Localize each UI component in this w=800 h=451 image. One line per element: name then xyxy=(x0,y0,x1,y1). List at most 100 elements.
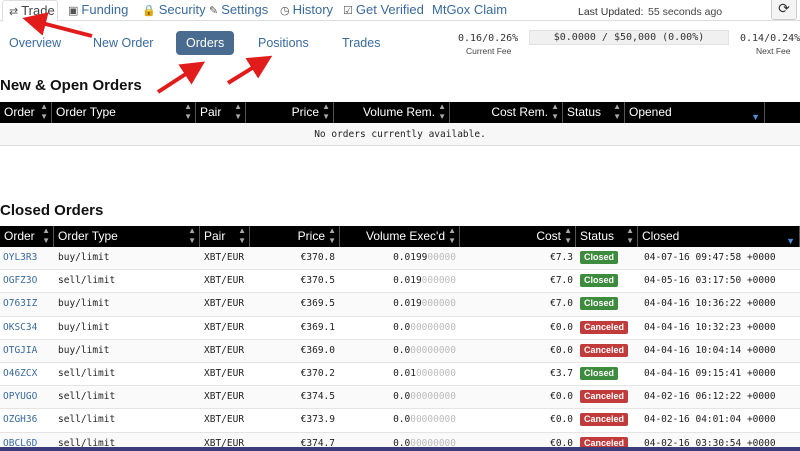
volume-value: 0.019 xyxy=(393,275,422,287)
cost: €7.0 xyxy=(550,298,573,310)
col-pair[interactable]: Pair ▲ ▼ xyxy=(196,102,246,123)
status-badge: Closed xyxy=(580,363,619,380)
volume-padding: 0000000 xyxy=(415,367,456,379)
sort-icon: ▲ ▼ xyxy=(564,226,572,245)
order-type: buy/limit xyxy=(58,252,110,263)
col-label: Status xyxy=(580,229,615,243)
order-type: buy/limit xyxy=(58,298,110,310)
price: €370.8 xyxy=(300,252,335,263)
closed-orders-header: Order ▲ ▼ Order Type ▲ ▼ Pair ▲ ▼ Price ▲ ▼ Volu… xyxy=(0,226,800,247)
price: €369.1 xyxy=(300,321,335,333)
volume-execd: 0.019900000 xyxy=(340,247,456,269)
col-status[interactable]: Status ▲ ▼ xyxy=(563,102,625,123)
tab-security[interactable]: 🔒 Security xyxy=(142,0,206,21)
cost: €0.0 xyxy=(550,321,573,333)
col-price[interactable]: Price ▲ ▼ xyxy=(246,102,334,123)
pair: XBT/EUR xyxy=(204,344,245,356)
tab-label: MtGox Claim xyxy=(432,2,508,17)
last-updated: Last Updated: 55 seconds ago xyxy=(578,6,722,18)
col-cost[interactable]: Cost ▲ ▼ xyxy=(460,226,576,247)
closed-time: 04-02-16 06:12:22 +0000 xyxy=(644,391,776,403)
status-badge: Canceled xyxy=(580,409,629,427)
volume-execd: 0.019000000 xyxy=(340,293,456,315)
subtab-positions[interactable]: Positions xyxy=(258,31,309,55)
closed-time: 04-05-16 03:17:50 +0000 xyxy=(644,275,776,287)
order-id-link[interactable]: OTGJIA xyxy=(3,340,37,362)
table-row[interactable]: O46ZCX sell/limit XBT/EUR €370.2 0.010000000… xyxy=(0,363,800,387)
closed-time: 04-04-16 10:36:22 +0000 xyxy=(644,298,776,310)
sort-icon: ▲ ▼ xyxy=(448,226,456,245)
col-order[interactable]: Order ▲ ▼ xyxy=(0,226,54,247)
table-row[interactable]: OPYUGO sell/limit XBT/EUR €374.5 0.000000000… xyxy=(0,386,800,410)
col-status[interactable]: Status ▲ ▼ xyxy=(576,226,638,247)
order-id-link[interactable]: OGFZ3O xyxy=(3,270,37,292)
subtab-new-order[interactable]: New Order xyxy=(93,31,153,55)
col-opened[interactable]: Opened ▼ xyxy=(625,102,765,123)
volume-value: 0.0199 xyxy=(393,252,428,263)
volume-execd: 0.000000000 xyxy=(340,409,456,431)
tab-label: Get Verified xyxy=(355,2,424,17)
sort-icon: ▲ ▼ xyxy=(42,226,50,245)
col-label: Closed xyxy=(642,229,680,243)
col-label: Order Type xyxy=(58,229,118,243)
order-id-link[interactable]: OKSC34 xyxy=(3,317,37,339)
status-badge-label: Closed xyxy=(580,297,619,311)
tab-funding[interactable]: ▣ Funding xyxy=(68,0,128,21)
order-id-link[interactable]: OZGH36 xyxy=(3,409,37,431)
table-row[interactable]: OKSC34 buy/limit XBT/EUR €369.1 0.000000000 €… xyxy=(0,317,800,340)
pair: XBT/EUR xyxy=(204,367,245,379)
col-cost-rem[interactable]: Cost Rem. ▲ ▼ xyxy=(450,102,563,123)
subtab-trades[interactable]: Trades xyxy=(342,31,380,55)
order-id-link[interactable]: O46ZCX xyxy=(3,363,37,385)
col-order[interactable]: Order ▲ ▼ xyxy=(0,102,52,123)
sort-icon: ▲ ▼ xyxy=(238,226,246,245)
col-label: Pair xyxy=(200,105,222,119)
col-label: Opened xyxy=(629,105,672,119)
col-label: Order xyxy=(4,105,35,119)
volume-padding: 000000 xyxy=(421,275,456,287)
price: €370.2 xyxy=(300,367,335,379)
col-label: Cost xyxy=(536,229,561,243)
refresh-button[interactable]: ⟳ xyxy=(771,0,797,20)
tab-get-verified[interactable]: ☑ Get Verified xyxy=(343,0,424,21)
order-id-link[interactable]: O763IZ xyxy=(3,293,37,315)
order-id-link[interactable]: OPYUGO xyxy=(3,386,37,408)
tab-label: History xyxy=(292,2,334,17)
table-row[interactable]: O763IZ buy/limit XBT/EUR €369.5 0.019000000 €… xyxy=(0,293,800,317)
col-order-type[interactable]: Order Type ▲ ▼ xyxy=(54,226,200,247)
status-badge: Closed xyxy=(580,293,619,311)
volume-value: 0.0 xyxy=(393,391,411,403)
volume-padding: 00000000 xyxy=(410,321,456,333)
subtab-overview[interactable]: Overview xyxy=(9,31,61,55)
sort-icon: ▲ ▼ xyxy=(328,226,336,245)
col-volume-rem[interactable]: Volume Rem. ▲ ▼ xyxy=(334,102,450,123)
col-closed[interactable]: Closed ▼ xyxy=(638,226,800,247)
pair: XBT/EUR xyxy=(204,391,245,403)
open-orders-title: New & Open Orders xyxy=(0,77,142,94)
closed-time: 04-07-16 09:47:58 +0000 xyxy=(644,252,776,263)
volume-padding: 00000000 xyxy=(410,344,456,356)
table-row[interactable]: OZGH36 sell/limit XBT/EUR €373.9 0.000000000… xyxy=(0,409,800,433)
tab-mtgox-claim[interactable]: MtGox Claim xyxy=(432,0,507,21)
price: €373.9 xyxy=(300,414,335,426)
closed-time: 04-04-16 10:04:14 +0000 xyxy=(644,344,776,356)
volume-value: 0.019 xyxy=(393,298,422,310)
table-row[interactable]: OTGJIA buy/limit XBT/EUR €369.0 0.000000000 €… xyxy=(0,339,800,363)
col-price[interactable]: Price ▲ ▼ xyxy=(250,226,340,247)
table-row[interactable]: OYL3R3 buy/limit XBT/EUR €370.8 0.019900000 €… xyxy=(0,247,800,271)
cost: €7.3 xyxy=(550,252,573,263)
tab-settings[interactable]: ✎ Settings xyxy=(209,0,268,21)
last-updated-value: 55 seconds ago xyxy=(648,6,723,18)
col-volume-execd[interactable]: Volume Exec'd ▲ ▼ xyxy=(340,226,460,247)
col-label: Volume Exec'd xyxy=(365,229,445,243)
order-type: buy/limit xyxy=(58,321,110,333)
sort-icon: ▲ ▼ xyxy=(184,102,192,121)
tab-history[interactable]: ◷ History xyxy=(280,0,333,21)
order-id-link[interactable]: OYL3R3 xyxy=(3,247,37,269)
status-badge-label: Closed xyxy=(580,274,619,288)
col-pair[interactable]: Pair ▲ ▼ xyxy=(200,226,250,247)
table-row[interactable]: OGFZ3O sell/limit XBT/EUR €370.5 0.019000000… xyxy=(0,270,800,294)
col-order-type[interactable]: Order Type ▲ ▼ xyxy=(52,102,196,123)
tab-trade[interactable]: ⇄ Trade xyxy=(2,0,58,22)
subtab-orders[interactable]: Orders xyxy=(176,31,235,55)
